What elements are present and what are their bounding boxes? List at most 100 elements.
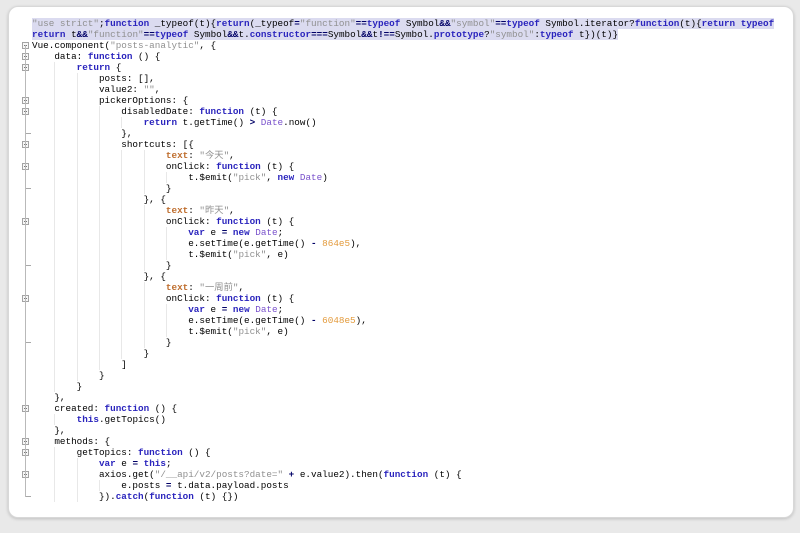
- code-token: function: [104, 403, 150, 414]
- code-line[interactable]: var e = new Date;: [9, 227, 793, 238]
- code-token: }: [165, 260, 172, 271]
- indent-guide: [143, 304, 145, 315]
- code-line[interactable]: Vue.component("posts-analytic", {: [9, 40, 793, 51]
- code-line[interactable]: t.$emit("pick", e): [9, 326, 793, 337]
- code-line[interactable]: }: [9, 183, 793, 194]
- code-line[interactable]: created: function () {: [9, 403, 793, 414]
- code-line[interactable]: }: [9, 337, 793, 348]
- indent-guide: [54, 359, 56, 370]
- code-line[interactable]: data: function () {: [9, 51, 793, 62]
- code-token: }: [143, 348, 150, 359]
- indent-guide: [76, 260, 78, 271]
- code-line[interactable]: e.setTime(e.getTime() - 6048e5),: [9, 315, 793, 326]
- code-line[interactable]: ]: [9, 359, 793, 370]
- code-token: &&: [76, 29, 88, 40]
- code-line[interactable]: }: [9, 381, 793, 392]
- code-token: e: [204, 304, 222, 315]
- indent-guide: [76, 249, 78, 260]
- indent-guide: [76, 359, 78, 370]
- code-line[interactable]: var e = new Date;: [9, 304, 793, 315]
- code-line[interactable]: axios.get("/__api/v2/posts?date=" + e.va…: [9, 469, 793, 480]
- code-token: new: [277, 172, 295, 183]
- code-token: ]: [121, 359, 127, 370]
- code-token: typeof: [740, 18, 775, 29]
- indent-guide: [98, 205, 100, 216]
- code-text: },: [32, 128, 132, 139]
- code-token: e.posts: [121, 480, 166, 491]
- code-line[interactable]: onClick: function (t) {: [9, 161, 793, 172]
- indent-guide: [54, 370, 56, 381]
- code-line[interactable]: value2: "",: [9, 84, 793, 95]
- code-line[interactable]: disabledDate: function (t) {: [9, 106, 793, 117]
- code-line[interactable]: text: "今天",: [9, 150, 793, 161]
- code-line[interactable]: return t&&"function"==typeof Symbol&&t.c…: [9, 29, 793, 40]
- code-token: Symbol: [188, 29, 228, 40]
- code-line[interactable]: return t.getTime() > Date.now(): [9, 117, 793, 128]
- code-line[interactable]: },: [9, 392, 793, 403]
- code-token: t.$emit(: [188, 249, 233, 260]
- code-line[interactable]: e.setTime(e.getTime() - 864e5),: [9, 238, 793, 249]
- code-line[interactable]: posts: [],: [9, 73, 793, 84]
- code-line[interactable]: pickerOptions: {: [9, 95, 793, 106]
- code-token: &&: [439, 18, 451, 29]
- code-line[interactable]: text: "昨天",: [9, 205, 793, 216]
- code-line[interactable]: }, {: [9, 194, 793, 205]
- indent-guide: [54, 172, 56, 183]
- code-line[interactable]: return {: [9, 62, 793, 73]
- indent-guide: [76, 73, 78, 84]
- indent-guide: [54, 260, 56, 271]
- code-token: "": [143, 84, 155, 95]
- indent-guide: [121, 150, 123, 161]
- code-token: "posts-analytic": [110, 40, 200, 51]
- code-token: function: [138, 447, 183, 458]
- indent-guide: [165, 172, 167, 183]
- code-token: ,: [266, 172, 278, 183]
- code-line[interactable]: }: [9, 260, 793, 271]
- code-line[interactable]: }).catch(function (t) {}): [9, 491, 793, 502]
- indent-guide: [54, 227, 56, 238]
- code-token: (t) {: [260, 293, 295, 304]
- code-line[interactable]: }: [9, 348, 793, 359]
- code-token: pickerOptions: {: [98, 95, 189, 106]
- code-line[interactable]: t.$emit("pick", e): [9, 249, 793, 260]
- code-text: pickerOptions: {: [32, 95, 188, 106]
- code-token: ): [322, 172, 328, 183]
- indent-guide: [121, 271, 123, 282]
- code-token: }).: [98, 491, 116, 502]
- indent-guide: [98, 128, 100, 139]
- code-area[interactable]: "use strict";function _typeof(t){return(…: [9, 7, 793, 517]
- indent-guide: [143, 172, 145, 183]
- code-line[interactable]: onClick: function (t) {: [9, 293, 793, 304]
- code-line[interactable]: var e = this;: [9, 458, 793, 469]
- code-token: constructor: [249, 29, 312, 40]
- code-text: text: "一周前",: [32, 282, 244, 293]
- indent-guide: [54, 282, 56, 293]
- code-line[interactable]: }, {: [9, 271, 793, 282]
- code-text: var e = this;: [32, 458, 172, 469]
- indent-guide: [54, 293, 56, 304]
- code-token: ,: [238, 282, 245, 293]
- code-token: t})(t)}: [573, 29, 619, 40]
- code-token: onClick:: [165, 216, 217, 227]
- code-token: "/__api/v2/posts?date=": [154, 469, 284, 480]
- indent-guide: [143, 293, 145, 304]
- indent-guide: [98, 249, 100, 260]
- fold-gutter: [9, 7, 39, 517]
- code-line[interactable]: this.getTopics(): [9, 414, 793, 425]
- code-line[interactable]: onClick: function (t) {: [9, 216, 793, 227]
- code-text: t.$emit("pick", e): [32, 326, 288, 337]
- code-line[interactable]: t.$emit("pick", new Date): [9, 172, 793, 183]
- code-line[interactable]: shortcuts: [{: [9, 139, 793, 150]
- indent-guide: [76, 128, 78, 139]
- indent-guide: [165, 238, 167, 249]
- code-line[interactable]: methods: {: [9, 436, 793, 447]
- code-line[interactable]: "use strict";function _typeof(t){return(…: [9, 18, 793, 29]
- code-line[interactable]: getTopics: function () {: [9, 447, 793, 458]
- code-line[interactable]: text: "一周前",: [9, 282, 793, 293]
- code-line[interactable]: }: [9, 370, 793, 381]
- code-line[interactable]: },: [9, 128, 793, 139]
- code-line[interactable]: },: [9, 425, 793, 436]
- indent-guide: [121, 260, 123, 271]
- indent-guide: [121, 216, 123, 227]
- code-line[interactable]: e.posts = t.data.payload.posts: [9, 480, 793, 491]
